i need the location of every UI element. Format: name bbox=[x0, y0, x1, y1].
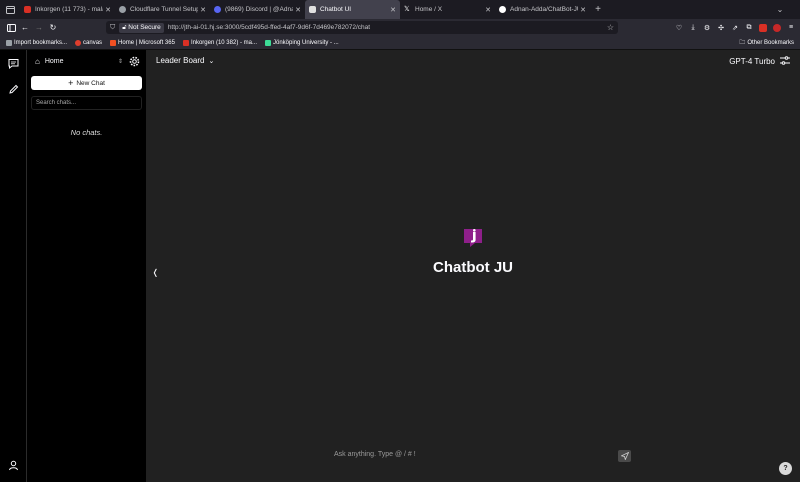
close-tab-icon[interactable]: ✕ bbox=[485, 6, 491, 14]
folder-icon: 🗀︎ bbox=[739, 39, 746, 46]
other-bookmarks-label: Other Bookmarks bbox=[747, 39, 794, 46]
not-secure-badge[interactable]: 🔓︎ Not Secure bbox=[119, 22, 164, 33]
not-secure-label: Not Secure bbox=[128, 23, 161, 31]
profile-icon[interactable] bbox=[772, 23, 782, 33]
close-tab-icon[interactable]: ✕ bbox=[105, 6, 111, 14]
close-tab-icon[interactable]: ✕ bbox=[580, 6, 586, 14]
screenshot-icon[interactable]: ⧉ bbox=[744, 23, 754, 33]
tab-title: Cloudflare Tunnel Setup bbox=[130, 6, 199, 13]
leaderboard-label: Leader Board bbox=[156, 56, 205, 65]
new-chat-button[interactable]: + New Chat bbox=[31, 76, 142, 90]
download-icon[interactable]: ⤓ bbox=[688, 23, 698, 33]
browser-tab[interactable]: Adnan-Adda/ChatBot-JU ✕ bbox=[495, 0, 590, 19]
chat-input[interactable]: Ask anything. Type @ / # ! bbox=[334, 451, 634, 458]
sidebar-toggle-icon[interactable] bbox=[4, 21, 18, 35]
tab-title: (9869) Discord | @Adnan bbox=[225, 6, 294, 13]
search-chats-input[interactable]: Search chats... bbox=[31, 96, 142, 110]
canvas-icon bbox=[75, 39, 82, 46]
university-icon bbox=[265, 39, 271, 46]
toolbar-extensions: ♡ ⤓ ⚙ ✣ ⇗ ⧉ ≡ bbox=[674, 23, 796, 33]
extension-icon[interactable]: ⚙ bbox=[702, 23, 712, 33]
bookmark-item[interactable]: canvas bbox=[75, 39, 103, 46]
tab-title: Inkorgen (11 773) - mala... bbox=[35, 6, 103, 13]
import-icon bbox=[6, 39, 12, 46]
bookmark-star-icon[interactable]: ☆ bbox=[607, 23, 614, 32]
gmail-icon bbox=[182, 39, 189, 46]
bookmark-label: Home | Microsoft 365 bbox=[118, 39, 175, 46]
browser-tab[interactable]: Inkorgen (11 773) - mala... ✕ bbox=[20, 0, 115, 19]
reload-icon[interactable]: ↻ bbox=[46, 21, 60, 35]
bookmark-label: Inkorgen (10 382) - ma... bbox=[190, 39, 257, 46]
lock-slash-icon: 🔓︎ bbox=[122, 23, 127, 31]
adblock-icon[interactable] bbox=[758, 23, 768, 33]
globe-favicon-icon bbox=[119, 6, 126, 13]
chatbot-ju-logo-icon bbox=[461, 226, 485, 255]
tab-list-icon[interactable] bbox=[0, 0, 20, 19]
chevron-down-icon: ⌄ bbox=[208, 57, 215, 65]
back-arrow-icon[interactable]: ← bbox=[18, 21, 32, 35]
chats-icon[interactable] bbox=[7, 57, 20, 70]
empty-chats-message: No chats. bbox=[70, 128, 103, 137]
user-profile-icon[interactable] bbox=[7, 459, 20, 472]
microsoft-icon bbox=[110, 39, 117, 46]
workspace-select[interactable]: ⌂ Home ⇕ bbox=[31, 54, 123, 68]
new-tab-button[interactable]: + bbox=[590, 0, 606, 19]
url-text[interactable]: http://jth-ai-01.hj.se:3000/5cdf495d-ffe… bbox=[168, 24, 370, 31]
chat-main: Leader Board ⌄ GPT-4 Turbo ❬ Chatbot JU … bbox=[146, 50, 800, 482]
brand-title: Chatbot JU bbox=[433, 259, 513, 276]
plus-icon: + bbox=[68, 77, 74, 88]
browser-tab-active[interactable]: Chatbot UI ✕ bbox=[305, 0, 400, 19]
close-tab-icon[interactable]: ✕ bbox=[295, 6, 301, 14]
send-tab-icon[interactable]: ⇗ bbox=[730, 23, 740, 33]
chevron-down-icon[interactable]: ⌄ bbox=[760, 0, 800, 19]
browser-tab[interactable]: 𝕏 Home / X ✕ bbox=[400, 0, 495, 19]
bookmarks-toolbar: Import bookmarks... canvas Home | Micros… bbox=[0, 36, 800, 50]
forward-arrow-icon[interactable]: → bbox=[32, 21, 46, 35]
model-label: GPT-4 Turbo bbox=[729, 57, 775, 66]
chatbot-ui-favicon-icon bbox=[309, 6, 316, 13]
tab-title: Chatbot UI bbox=[320, 6, 352, 13]
close-tab-icon[interactable]: ✕ bbox=[390, 6, 396, 14]
url-bar[interactable]: ⛉ 🔓︎ Not Secure http://jth-ai-01.hj.se:3… bbox=[106, 21, 618, 34]
bookmark-item[interactable]: Inkorgen (10 382) - ma... bbox=[182, 39, 257, 46]
bookmark-item[interactable]: Home | Microsoft 365 bbox=[110, 39, 175, 46]
send-button[interactable] bbox=[618, 450, 631, 462]
x-favicon-icon: 𝕏 bbox=[404, 6, 410, 13]
bookmark-item[interactable]: Import bookmarks... bbox=[6, 39, 68, 46]
sliders-icon[interactable] bbox=[780, 56, 790, 67]
help-button[interactable]: ? bbox=[779, 462, 792, 475]
bookmark-label: Jönköping University - ... bbox=[273, 39, 339, 46]
new-chat-label: New Chat bbox=[76, 79, 105, 87]
gmail-favicon-icon bbox=[24, 6, 31, 13]
settings-gear-icon[interactable] bbox=[128, 55, 141, 68]
home-icon: ⌂ bbox=[35, 56, 40, 66]
pencil-icon[interactable] bbox=[7, 83, 20, 96]
shield-icon[interactable]: ⛉ bbox=[110, 24, 115, 32]
chatbot-app: ⌂ Home ⇕ + New Chat Search chats... No c… bbox=[0, 50, 800, 482]
icon-rail bbox=[0, 50, 27, 482]
browser-tab[interactable]: (9869) Discord | @Adnan ✕ bbox=[210, 0, 305, 19]
puzzle-icon[interactable]: ✣ bbox=[716, 23, 726, 33]
bookmark-label: Import bookmarks... bbox=[14, 39, 68, 46]
workspace-label: Home bbox=[44, 57, 64, 65]
pocket-icon[interactable]: ♡ bbox=[674, 23, 684, 33]
hamburger-menu-icon[interactable]: ≡ bbox=[786, 23, 796, 33]
bookmark-label: canvas bbox=[83, 39, 103, 46]
send-icon bbox=[620, 452, 629, 460]
tab-title: Adnan-Adda/ChatBot-JU bbox=[510, 6, 579, 13]
brand-block: Chatbot JU bbox=[146, 226, 800, 276]
close-tab-icon[interactable]: ✕ bbox=[200, 6, 206, 14]
chevron-updown-icon: ⇕ bbox=[117, 58, 123, 65]
leaderboard-dropdown[interactable]: Leader Board ⌄ bbox=[156, 56, 214, 65]
tab-title: Home / X bbox=[415, 6, 443, 13]
browser-tab[interactable]: Cloudflare Tunnel Setup ✕ bbox=[115, 0, 210, 19]
browser-navbar: ← → ↻ ⛉ 🔓︎ Not Secure http://jth-ai-01.h… bbox=[0, 19, 800, 36]
github-favicon-icon bbox=[499, 6, 506, 13]
other-bookmarks[interactable]: 🗀︎ Other Bookmarks bbox=[739, 38, 794, 48]
discord-favicon-icon bbox=[214, 6, 221, 13]
browser-tabbar: Inkorgen (11 773) - mala... ✕ Cloudflare… bbox=[0, 0, 800, 19]
bookmark-item[interactable]: Jönköping University - ... bbox=[265, 39, 339, 46]
model-selector[interactable]: GPT-4 Turbo bbox=[729, 56, 790, 67]
chats-sidebar: ⌂ Home ⇕ + New Chat Search chats... No c… bbox=[27, 50, 146, 482]
